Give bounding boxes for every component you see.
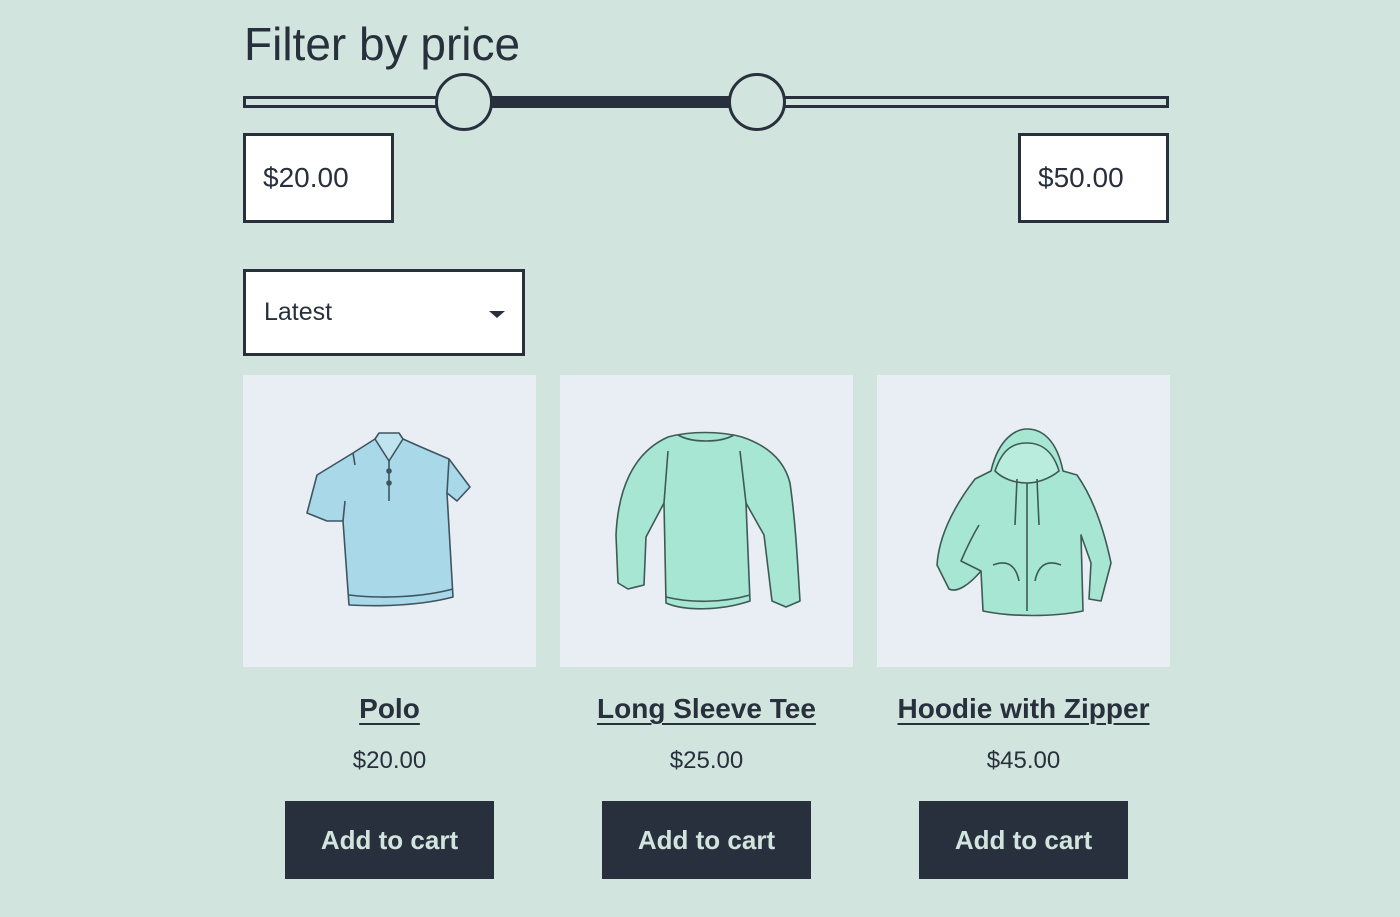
product-title-link[interactable]: Hoodie with Zipper <box>898 689 1150 729</box>
product-image[interactable] <box>243 375 536 667</box>
filter-by-price-heading: Filter by price <box>244 18 521 70</box>
product-card: Polo $20.00 Add to cart <box>243 375 536 879</box>
slider-max-handle[interactable] <box>727 73 786 131</box>
sort-selected-value: Latest <box>264 298 333 326</box>
add-to-cart-button[interactable]: Add to cart <box>602 801 811 879</box>
sort-order-select[interactable]: Latest <box>243 269 525 356</box>
product-card: Hoodie with Zipper $45.00 Add to cart <box>877 375 1170 879</box>
product-title-link[interactable]: Polo <box>359 689 420 729</box>
product-title-link[interactable]: Long Sleeve Tee <box>597 689 816 729</box>
product-price: $25.00 <box>669 747 744 774</box>
product-image[interactable] <box>877 375 1170 667</box>
slider-min-handle[interactable] <box>435 73 494 131</box>
product-price: $45.00 <box>986 747 1061 774</box>
max-price-input[interactable] <box>1018 133 1169 223</box>
product-card: Long Sleeve Tee $25.00 Add to cart <box>560 375 853 879</box>
add-to-cart-button[interactable]: Add to cart <box>919 801 1128 879</box>
add-to-cart-button[interactable]: Add to cart <box>285 801 494 879</box>
slider-selected-range <box>464 96 757 108</box>
product-grid: Polo $20.00 Add to cart Long Sleeve Tee … <box>243 375 1170 895</box>
product-image[interactable] <box>560 375 853 667</box>
hoodie-icon <box>936 428 1112 617</box>
price-range-slider[interactable] <box>243 73 1169 131</box>
long-sleeve-tee-icon <box>615 431 801 610</box>
min-price-input[interactable] <box>243 133 394 223</box>
product-price: $20.00 <box>352 747 427 774</box>
polo-shirt-icon <box>306 432 471 607</box>
chevron-down-icon <box>489 311 505 318</box>
